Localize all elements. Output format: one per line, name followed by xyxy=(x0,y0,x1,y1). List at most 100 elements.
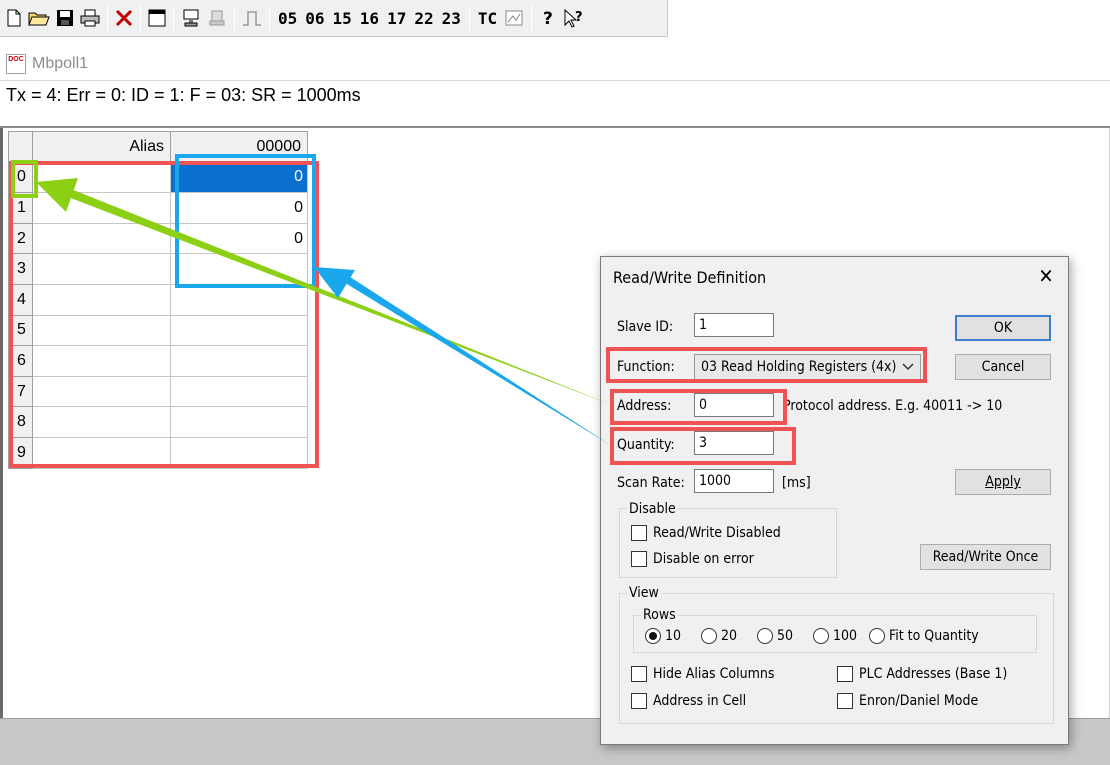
delete-icon[interactable] xyxy=(112,3,136,33)
pulse-icon[interactable] xyxy=(239,3,265,33)
fc05-button[interactable]: 05 xyxy=(274,3,301,33)
row-header[interactable]: 2 xyxy=(8,222,33,255)
disable-on-error-checkbox[interactable]: Disable on error xyxy=(631,551,754,567)
open-folder-icon[interactable] xyxy=(25,3,53,33)
value-cell[interactable] xyxy=(170,314,308,347)
radio-label: 20 xyxy=(721,628,738,644)
tc-button[interactable]: TC xyxy=(474,3,501,33)
apply-button[interactable]: Apply xyxy=(955,469,1051,495)
print-icon[interactable] xyxy=(77,3,103,33)
alias-column-header[interactable]: Alias xyxy=(32,131,171,163)
value-cell[interactable]: 0 xyxy=(170,192,308,224)
table-row: 6 xyxy=(8,345,308,377)
value-cell[interactable]: 0 xyxy=(170,222,308,255)
value-cell[interactable] xyxy=(170,283,308,316)
row-header[interactable]: 6 xyxy=(8,345,33,377)
alias-cell[interactable] xyxy=(32,253,171,285)
ok-button[interactable]: OK xyxy=(955,315,1051,341)
read-write-once-button[interactable]: Read/Write Once xyxy=(920,544,1051,570)
toolbar-separator xyxy=(107,5,108,31)
scan-rate-unit: [ms] xyxy=(782,475,811,491)
new-file-icon[interactable] xyxy=(3,3,25,33)
row-header[interactable]: 7 xyxy=(8,375,33,408)
connect-icon[interactable] xyxy=(178,3,204,33)
fc06-button[interactable]: 06 xyxy=(301,3,328,33)
fc15-button[interactable]: 15 xyxy=(329,3,356,33)
grid-corner[interactable] xyxy=(8,131,33,163)
enron-mode-checkbox[interactable]: Enron/Daniel Mode xyxy=(837,693,978,709)
save-icon[interactable] xyxy=(53,3,77,33)
checkbox-box xyxy=(631,551,647,567)
hide-alias-label: Hide Alias Columns xyxy=(653,666,775,682)
context-help-icon[interactable]: ? xyxy=(560,3,588,33)
window-icon[interactable] xyxy=(145,3,169,33)
quantity-field[interactable]: 3 xyxy=(694,431,774,455)
rows-radio-100[interactable]: 100 xyxy=(813,628,857,644)
checkbox-box xyxy=(631,693,647,709)
rw-disabled-label: Read/Write Disabled xyxy=(653,525,781,541)
toolbar-separator xyxy=(269,5,270,31)
toolbar-separator xyxy=(234,5,235,31)
fc22-button[interactable]: 22 xyxy=(410,3,437,33)
table-row: 8 xyxy=(8,406,308,438)
row-header[interactable]: 9 xyxy=(8,436,33,469)
rows-radio-20[interactable]: 20 xyxy=(701,628,737,644)
alias-cell[interactable] xyxy=(32,436,171,469)
address-in-cell-checkbox[interactable]: Address in Cell xyxy=(631,693,746,709)
row-header[interactable]: 0 xyxy=(8,161,33,194)
alias-cell[interactable] xyxy=(32,192,171,224)
radio-dot xyxy=(645,628,661,644)
row-header[interactable]: 3 xyxy=(8,253,33,285)
disable-on-error-label: Disable on error xyxy=(653,551,754,567)
toolbar-separator xyxy=(531,5,533,31)
value-column-header[interactable]: 00000 xyxy=(170,131,308,163)
alias-cell[interactable] xyxy=(32,345,171,377)
checkbox-box xyxy=(631,525,647,541)
alias-cell[interactable] xyxy=(32,222,171,255)
row-header[interactable]: 8 xyxy=(8,406,33,438)
radio-dot xyxy=(757,628,773,644)
row-header[interactable]: 4 xyxy=(8,283,33,316)
fc16-button[interactable]: 16 xyxy=(356,3,383,33)
address-field[interactable]: 0 xyxy=(694,393,774,417)
hide-alias-checkbox[interactable]: Hide Alias Columns xyxy=(631,666,774,682)
value-cell[interactable] xyxy=(170,375,308,408)
dialog-title: Read/Write Definition xyxy=(613,268,767,287)
table-row: 1 0 xyxy=(8,192,308,224)
checkbox-box xyxy=(837,666,853,682)
value-cell[interactable] xyxy=(170,436,308,469)
rows-radio-fit[interactable]: Fit to Quantity xyxy=(869,628,979,644)
value-cell[interactable] xyxy=(170,253,308,285)
row-header[interactable]: 5 xyxy=(8,314,33,347)
register-grid: Alias 00000 0 0 1 0 2 0 3 4 5 6 7 8 9 xyxy=(8,131,308,469)
alias-cell[interactable] xyxy=(32,283,171,316)
fc17-button[interactable]: 17 xyxy=(383,3,410,33)
fc23-button[interactable]: 23 xyxy=(438,3,465,33)
rows-radio-10[interactable]: 10 xyxy=(645,628,681,644)
alias-cell[interactable] xyxy=(32,406,171,438)
rows-radio-50[interactable]: 50 xyxy=(757,628,793,644)
rw-disabled-checkbox[interactable]: Read/Write Disabled xyxy=(631,525,781,541)
child-window-titlebar[interactable]: DOC Mbpoll1 xyxy=(0,49,1110,79)
help-icon[interactable]: ? xyxy=(536,3,560,33)
svg-text:?: ? xyxy=(543,9,553,28)
value-cell[interactable] xyxy=(170,345,308,377)
disable-caption: Disable xyxy=(627,501,678,517)
monitor-icon[interactable] xyxy=(501,3,527,33)
plc-addresses-checkbox[interactable]: PLC Addresses (Base 1) xyxy=(837,666,1007,682)
alias-cell[interactable] xyxy=(32,375,171,408)
slave-id-field[interactable]: 1 xyxy=(694,313,774,337)
toolbar-separator xyxy=(468,5,470,31)
close-icon[interactable]: ✕ xyxy=(1034,264,1058,288)
value-cell[interactable]: 0 xyxy=(170,161,308,194)
disconnect-icon[interactable] xyxy=(204,3,230,33)
cancel-button[interactable]: Cancel xyxy=(955,354,1051,380)
status-line: Tx = 4: Err = 0: ID = 1: F = 03: SR = 10… xyxy=(0,80,1110,128)
row-header[interactable]: 1 xyxy=(8,192,33,224)
scan-rate-field[interactable]: 1000 xyxy=(694,469,774,493)
scan-rate-label: Scan Rate: xyxy=(617,475,685,491)
alias-cell[interactable] xyxy=(32,161,171,194)
value-cell[interactable] xyxy=(170,406,308,438)
function-select[interactable]: 03 Read Holding Registers (4x) xyxy=(694,354,921,380)
alias-cell[interactable] xyxy=(32,314,171,347)
